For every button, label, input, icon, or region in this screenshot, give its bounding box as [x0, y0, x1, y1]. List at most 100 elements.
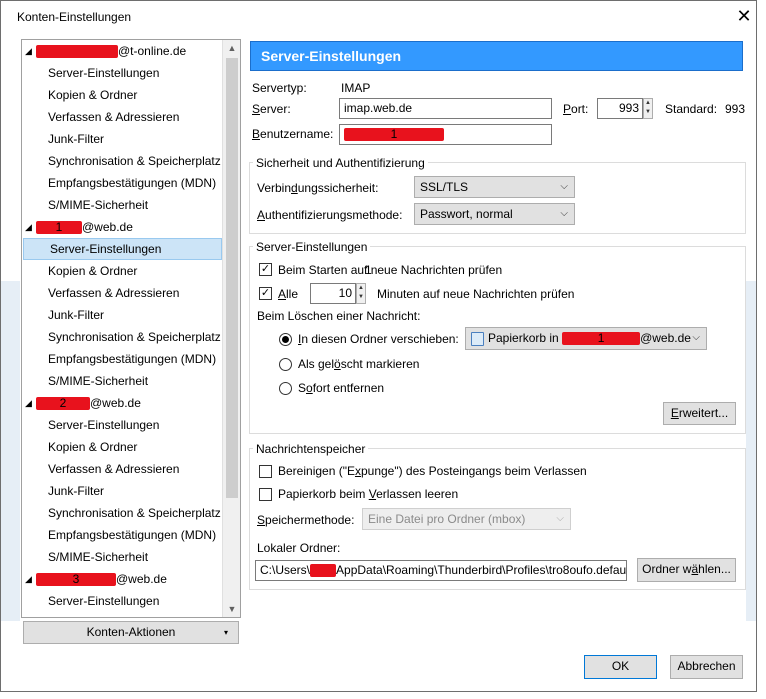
tree-item[interactable]: Verfassen & Adressieren [22, 106, 222, 128]
choose-folder-button[interactable]: Ordner wählen... [637, 558, 736, 582]
ok-button[interactable]: OK [584, 655, 657, 679]
cancel-button[interactable]: Abbrechen [670, 655, 743, 679]
scroll-thumb[interactable] [226, 58, 238, 498]
redaction-number: 2 [59, 396, 67, 411]
chevron-down-icon: ▾ [223, 628, 228, 637]
expand-arrow-icon[interactable]: ◢ [25, 216, 32, 238]
tree-item-label: Empfangsbestätigungen (MDN) [48, 176, 217, 190]
tree-account-label: 2 @web.de [36, 392, 141, 414]
tree-item[interactable]: S/MIME-Sicherheit [22, 370, 222, 392]
tree-item[interactable]: Junk-Filter [22, 304, 222, 326]
auth-method-select[interactable]: Passwort, normal ⌵ [414, 203, 575, 225]
tree-account-label: @t-online.de [36, 40, 186, 62]
trash-folder-prefix: Papierkorb in [488, 331, 559, 345]
remove-now-radio[interactable] [279, 382, 292, 395]
tree-item[interactable]: Kopien & Ordner [22, 436, 222, 458]
port-label: Port: [563, 102, 589, 116]
check-every-checkbox[interactable]: ✓ [259, 287, 272, 300]
redaction-mark: 1 [562, 331, 641, 346]
tree-item[interactable]: Kopien & Ordner [22, 84, 222, 106]
expunge-checkbox[interactable] [259, 465, 272, 478]
local-folder-input[interactable]: C:\Users\ AppData\Roaming\Thunderbird\Pro… [255, 560, 627, 581]
close-icon[interactable]: ✕ [734, 6, 754, 26]
trash-folder-select[interactable]: Papierkorb in 1 @web.de ⌵ [465, 327, 707, 350]
connection-security-label: Verbindungssicherheit: [257, 181, 379, 195]
tree-item[interactable]: Empfangsbestätigungen (MDN) [22, 172, 222, 194]
tree-item[interactable]: Server-Einstellungen [22, 414, 222, 436]
tree-item-label: Junk-Filter [48, 484, 105, 498]
expand-arrow-icon[interactable]: ◢ [25, 40, 32, 62]
chevron-down-icon: ⌵ [560, 181, 568, 192]
tree-item-label: Kopien & Ordner [48, 440, 138, 454]
port-stepper[interactable]: ▲ ▼ [643, 98, 653, 119]
tree-item[interactable]: Kopien & Ordner [22, 260, 222, 282]
tree-item-label: Junk-Filter [48, 132, 105, 146]
tree-account-row[interactable]: ◢ 1 @web.de [22, 216, 222, 238]
connection-security-select[interactable]: SSL/TLS ⌵ [414, 176, 575, 198]
scroll-down-icon[interactable]: ▼ [223, 601, 240, 617]
move-to-folder-radio[interactable] [279, 333, 292, 346]
tree-item-label: Junk-Filter [48, 308, 105, 322]
redaction-mark [310, 564, 337, 578]
tree-item[interactable]: Synchronisation & Speicherplatz [22, 502, 222, 524]
tree-scrollbar[interactable]: ▲ ▼ [222, 40, 240, 617]
tree-item[interactable]: Synchronisation & Speicherplatz [22, 326, 222, 348]
tree-account-row[interactable]: ◢ 3 @web.de [22, 568, 222, 590]
tree-item[interactable]: Synchronisation & Speicherplatz [22, 150, 222, 172]
account-actions-button[interactable]: Konten-Aktionen ▾ [23, 621, 239, 644]
chevron-down-icon: ⌵ [692, 332, 700, 343]
storage-method-select[interactable]: Eine Datei pro Ordner (mbox) ⌵ [362, 508, 571, 530]
redaction-mark [36, 45, 118, 59]
tree-item-label: Server-Einstellungen [48, 418, 160, 432]
scroll-up-icon[interactable]: ▲ [223, 40, 240, 56]
tree-account-row[interactable]: ◢ 2 @web.de [22, 392, 222, 414]
username-label: Benutzername: [252, 127, 334, 141]
tree-item[interactable]: Junk-Filter [22, 480, 222, 502]
tree-item[interactable]: Server-Einstellungen [22, 62, 222, 84]
tree-item[interactable]: Server-Einstellungen [22, 590, 222, 612]
background-app-bottom [0, 692, 766, 699]
tree-item[interactable]: Junk-Filter [22, 128, 222, 150]
tree-account-row[interactable]: ◢ @t-online.de [22, 40, 222, 62]
check-every-stepper[interactable]: ▲ ▼ [356, 283, 366, 304]
check-every-input[interactable]: 10 [310, 283, 356, 304]
tree-item[interactable]: Server-Einstellungen [23, 238, 222, 260]
redaction-mark: 2 [36, 396, 90, 411]
trash-folder-icon [471, 331, 484, 346]
empty-trash-checkbox[interactable] [259, 488, 272, 501]
background-app-right [757, 0, 766, 699]
check-on-start-checkbox[interactable]: ✓ [259, 263, 272, 276]
tree-item-label: Verfassen & Adressieren [48, 110, 180, 124]
username-input[interactable]: 1 [339, 124, 552, 145]
delete-label: Beim Löschen einer Nachricht: [257, 309, 421, 323]
tree-item-label: Empfangsbestätigungen (MDN) [48, 352, 217, 366]
server-settings-group-title: Server-Einstellungen [253, 240, 371, 254]
tree-item[interactable]: S/MIME-Sicherheit [22, 194, 222, 216]
tree-item[interactable]: Empfangsbestätigungen (MDN) [22, 348, 222, 370]
tree-item-label: Synchronisation & Speicherplatz [48, 330, 221, 344]
standard-label: Standard: [665, 102, 718, 116]
tree-account-label: 1 @web.de [36, 216, 133, 238]
expand-arrow-icon[interactable]: ◢ [25, 392, 32, 414]
empty-trash-label: Papierkorb beim Verlassen leeren [278, 487, 459, 501]
tree-account-domain: @web.de [90, 396, 141, 410]
security-group-title: Sicherheit und Authentifizierung [253, 156, 428, 170]
redaction-mark: 3 [36, 572, 116, 587]
auth-method-label: Authentifizierungsmethode: [257, 208, 403, 222]
mark-deleted-radio[interactable] [279, 358, 292, 371]
tree-account-domain: @t-online.de [118, 44, 187, 58]
tree-item[interactable]: S/MIME-Sicherheit [22, 546, 222, 568]
tree-account-label: 3 @web.de [36, 568, 167, 590]
server-input[interactable]: imap.web.de [339, 98, 552, 119]
expand-arrow-icon[interactable]: ◢ [25, 568, 32, 590]
tree-item[interactable]: Empfangsbestätigungen (MDN) [22, 524, 222, 546]
tree-item-label: Server-Einstellungen [50, 242, 162, 256]
tree-item[interactable]: Verfassen & Adressieren [22, 458, 222, 480]
trash-folder-suffix: @web.de [640, 331, 691, 345]
tree-item-label: Server-Einstellungen [48, 594, 160, 608]
tree-item[interactable]: Verfassen & Adressieren [22, 282, 222, 304]
background-app-strip [1, 281, 20, 621]
advanced-button[interactable]: Erweitert... [663, 402, 736, 425]
port-input[interactable]: 993 [597, 98, 643, 119]
servertyp-label: Servertyp: [252, 81, 307, 95]
